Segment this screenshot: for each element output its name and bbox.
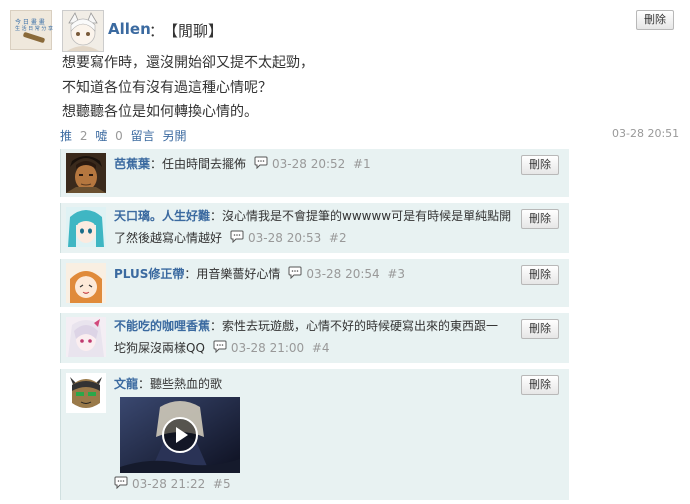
reply-item: PLUS修正帶：用音樂薔好心情 03-28 20:54 #3 刪除: [60, 259, 569, 307]
reply-author[interactable]: 天口璃。人生好難: [114, 209, 210, 223]
play-icon[interactable]: [162, 417, 198, 457]
post-body-line-1: 想要寫作時，還沒開始卻又提不太起勁，: [62, 55, 314, 71]
post-timestamp: 03-28 20:51: [612, 127, 680, 140]
reply-content: 文龍：聽些熱血的歌: [114, 373, 222, 395]
reply-text: ：任由時間去擺佈: [150, 157, 247, 171]
video-thumbnail[interactable]: [120, 397, 240, 473]
reply-item: 文龍：聽些熱血的歌 03-28 21:22 #5 刪除: [60, 369, 569, 500]
reply-author[interactable]: 芭蕉葉: [114, 157, 150, 171]
reply-text: ：索性去玩遊戲，心情不好的時候硬寫出來的東西跟一: [210, 319, 499, 333]
reply-item: 芭蕉葉：任由時間去擺佈 03-28 20:52 #1 刪除: [60, 149, 569, 197]
reply-delete-button[interactable]: 刪除: [521, 319, 559, 339]
reply-floor: #3: [387, 267, 406, 281]
reply-floor: #4: [311, 341, 330, 355]
reply-content: 天口璃。人生好難：沒心情我是不會提筆的wwwww可是有時候是單純點開 了然後越寫…: [114, 205, 511, 250]
reply-floor: #2: [328, 231, 347, 245]
reply-text-continued: 坨狗屎沒兩樣QQ: [114, 341, 205, 355]
push-count: 2: [79, 129, 88, 143]
reply-avatar[interactable]: [66, 153, 106, 193]
reply-avatar[interactable]: [66, 263, 106, 303]
reply-delete-button[interactable]: 刪除: [521, 155, 559, 175]
thumbnail-text-2: 生 活 日 常 分 享: [15, 26, 53, 32]
reply-avatar[interactable]: [66, 207, 106, 247]
post-tag: 【閒聊】: [163, 22, 224, 40]
post-actions: 推 2 噓 0 留言 另開: [60, 127, 190, 144]
push-button[interactable]: 推: [60, 129, 72, 143]
boo-button[interactable]: 噓: [95, 129, 107, 143]
reply-content: PLUS修正帶：用音樂薔好心情 03-28 20:54 #3: [114, 263, 405, 286]
reply-delete-button[interactable]: 刪除: [521, 209, 559, 229]
boo-count: 0: [115, 129, 123, 143]
post-body-line-3: 想聽聽各位是如何轉換心情的。: [62, 104, 258, 120]
reply-text: ：沒心情我是不會提筆的wwwww可是有時候是單純點開: [210, 209, 512, 223]
reply-author[interactable]: 不能吃的咖哩香蕉: [114, 319, 210, 333]
reply-floor: #1: [352, 157, 371, 171]
reply-timestamp: 03-28 20:54: [306, 267, 380, 281]
reply-content: 芭蕉葉：任由時間去擺佈 03-28 20:52 #1: [114, 153, 371, 176]
post-author-colon: ：: [149, 22, 165, 40]
reply-item: 不能吃的咖哩香蕉：索性去玩遊戲，心情不好的時候硬寫出來的東西跟一 坨狗屎沒兩樣Q…: [60, 313, 569, 363]
reply-timestamp: 03-28 20:53: [248, 231, 322, 245]
comment-bubble-icon[interactable]: [288, 264, 302, 286]
reply-timestamp: 03-28 20:52: [272, 157, 346, 171]
reply-author[interactable]: PLUS修正帶: [114, 267, 184, 281]
post-body-line-2: 不知道各位有沒有過這種心情呢？: [62, 80, 272, 96]
reply-button[interactable]: 留言: [131, 129, 155, 143]
reply-avatar[interactable]: [66, 373, 106, 413]
comment-bubble-icon[interactable]: [254, 154, 268, 176]
reply-text: ：聽些熱血的歌: [138, 377, 223, 391]
reply-new-window-button[interactable]: 另開: [162, 129, 186, 143]
reply-text: ：用音樂薔好心情: [184, 267, 281, 281]
reply-author[interactable]: 文龍: [114, 377, 138, 391]
reply-item: 天口璃。人生好難：沒心情我是不會提筆的wwwww可是有時候是單純點開 了然後越寫…: [60, 203, 569, 253]
thumbnail-brush: [22, 31, 46, 44]
reply-text-continued: 了然後越寫心情越好: [114, 231, 223, 245]
comment-bubble-icon[interactable]: [230, 228, 244, 250]
post-author[interactable]: Allen: [108, 20, 151, 38]
reply-avatar[interactable]: [66, 317, 106, 357]
comment-bubble-icon[interactable]: [213, 338, 227, 360]
reply-floor: #5: [212, 477, 231, 491]
reply-content: 不能吃的咖哩香蕉：索性去玩遊戲，心情不好的時候硬寫出來的東西跟一 坨狗屎沒兩樣Q…: [114, 315, 498, 360]
avatar[interactable]: [62, 10, 104, 52]
reply-meta-row: 03-28 21:22 #5: [114, 473, 231, 496]
reply-delete-button[interactable]: 刪除: [521, 265, 559, 285]
comment-bubble-icon[interactable]: [114, 474, 128, 496]
post-delete-button[interactable]: 刪除: [636, 10, 674, 30]
reply-delete-button[interactable]: 刪除: [521, 375, 559, 395]
reply-timestamp: 03-28 21:22: [132, 477, 206, 491]
thumbnail-image[interactable]: 今 日 畫 畫 生 活 日 常 分 享: [10, 10, 53, 50]
reply-timestamp: 03-28 21:00: [230, 341, 305, 355]
